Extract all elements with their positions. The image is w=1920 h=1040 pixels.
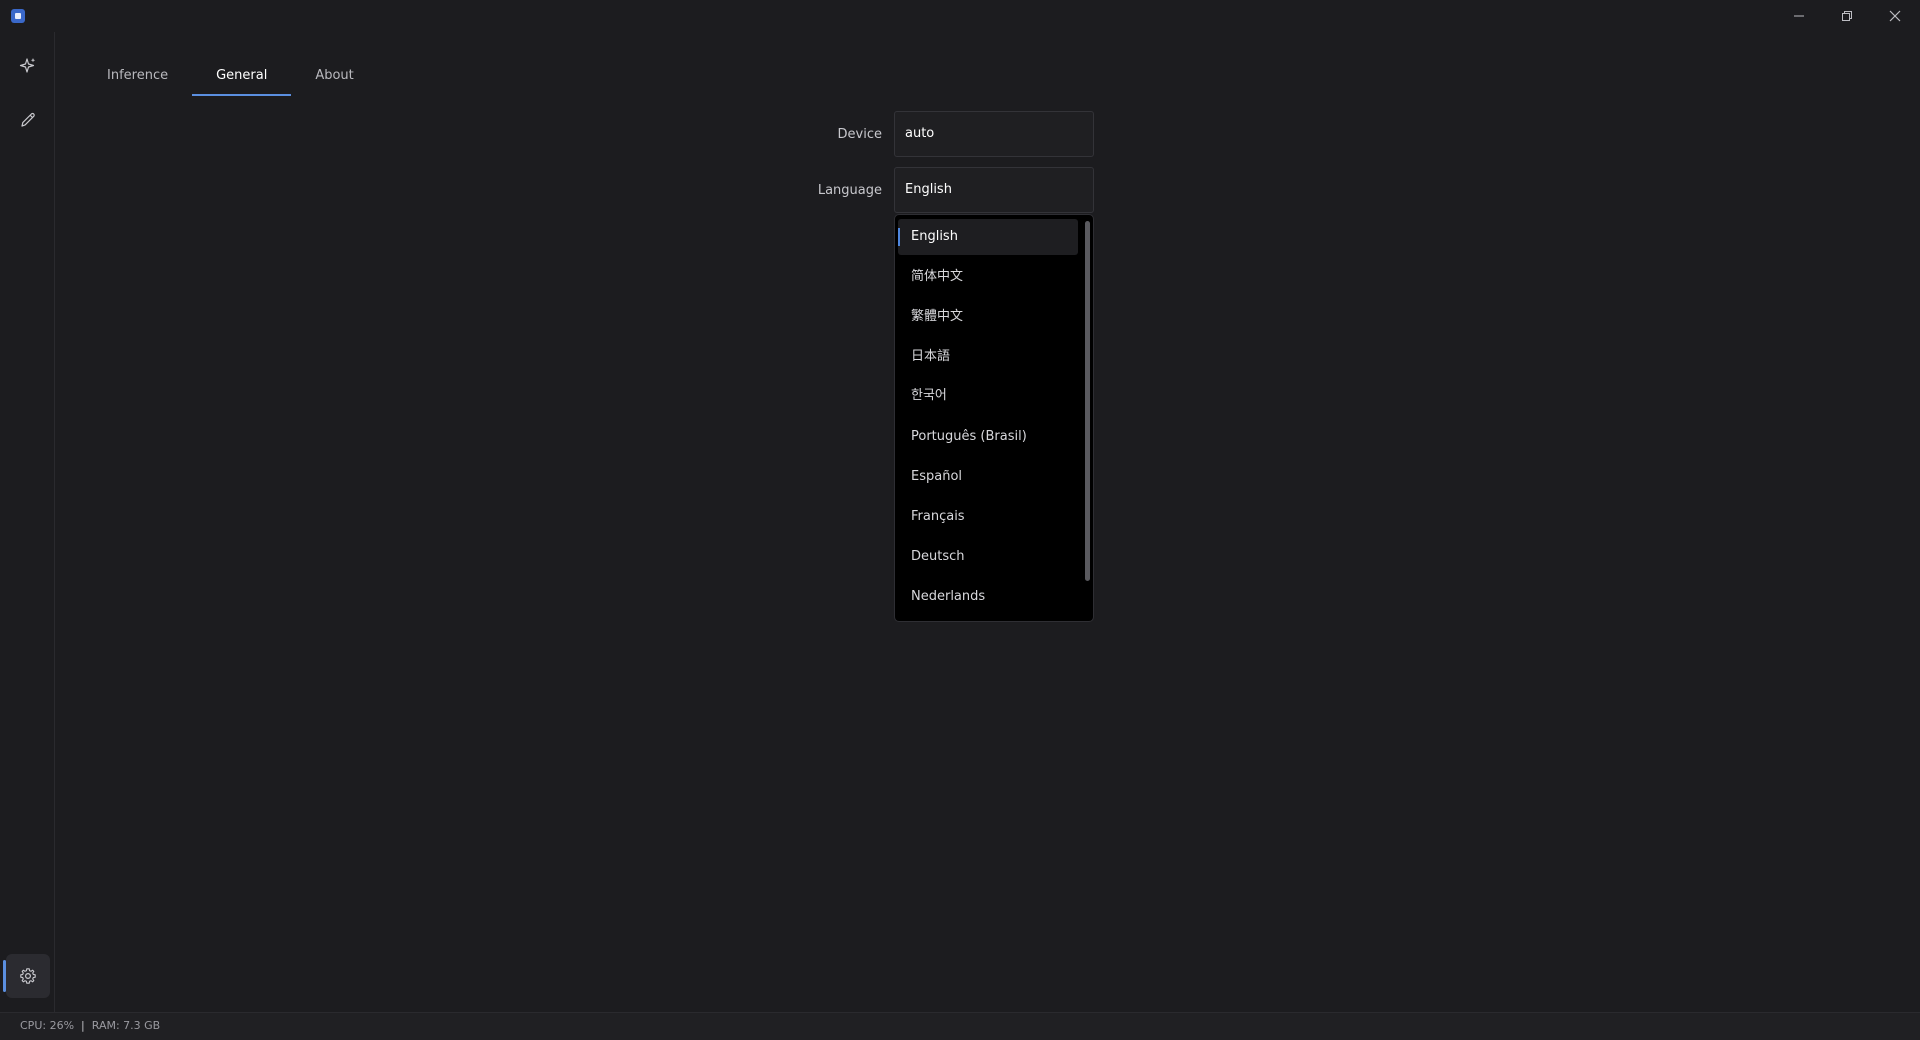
cpu-usage: CPU: 26% [20,1019,75,1032]
minimize-icon [1794,15,1804,17]
language-select[interactable]: English [894,167,1094,213]
language-option-spanish[interactable]: Español [898,459,1078,495]
sidebar-item-settings[interactable] [3,954,50,998]
language-option-korean[interactable]: 한국어 [898,378,1078,414]
close-icon [1889,10,1901,22]
language-dropdown: English 简体中文 繁體中文 日本語 한국어 Português (Bra… [894,214,1094,622]
title-bar [0,0,1920,32]
status-separator: | [81,1019,85,1032]
settings-tabs: Inference General About [83,58,378,96]
app-icon [11,9,25,23]
sparkle-icon [19,58,36,73]
language-option-simplified-chinese[interactable]: 简体中文 [898,259,1078,295]
dropdown-scrollbar[interactable] [1085,221,1090,581]
close-button[interactable] [1872,0,1918,32]
tab-about[interactable]: About [291,58,377,96]
minimize-button[interactable] [1776,0,1822,32]
language-option-french[interactable]: Français [898,499,1078,535]
gear-icon [20,968,36,984]
language-label: Language [817,183,882,198]
language-option-german[interactable]: Deutsch [898,539,1078,575]
device-label: Device [837,127,882,142]
device-select[interactable]: auto [894,111,1094,157]
tab-inference[interactable]: Inference [83,58,192,96]
sidebar [0,32,55,1012]
language-option-portuguese-brazil[interactable]: Português (Brasil) [898,419,1078,455]
tab-general[interactable]: General [192,58,292,96]
language-option-japanese[interactable]: 日本語 [898,339,1078,375]
status-bar: CPU: 26% | RAM: 7.3 GB [0,1012,1920,1040]
restore-icon [1842,11,1852,21]
sidebar-item-inference[interactable] [6,44,50,88]
language-option-dutch[interactable]: Nederlands [898,579,1078,615]
sidebar-item-editor[interactable] [6,98,50,142]
restore-button[interactable] [1824,0,1870,32]
ram-usage: RAM: 7.3 GB [91,1019,161,1032]
pencil-icon [21,112,35,127]
language-option-traditional-chinese[interactable]: 繁體中文 [898,299,1078,335]
language-option-english[interactable]: English [898,219,1078,255]
